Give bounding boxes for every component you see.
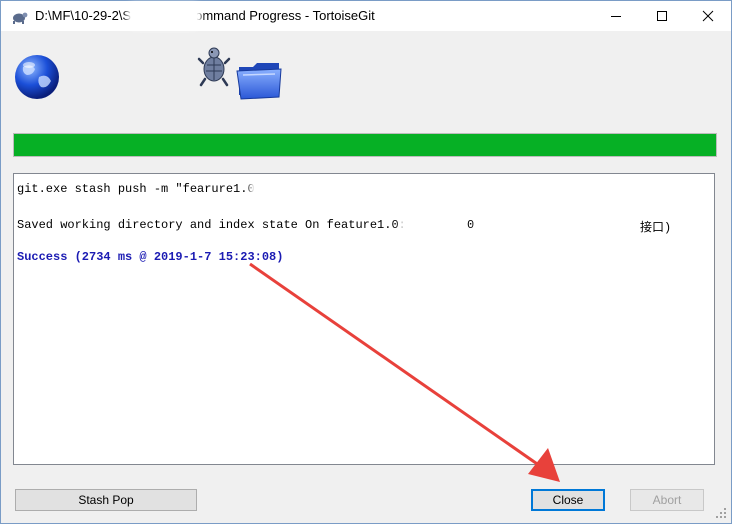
maximize-icon xyxy=(657,11,667,21)
output-log[interactable]: git.exe stash push -m "fearure1.0 Saved … xyxy=(13,173,715,465)
redaction-blur xyxy=(131,7,197,25)
window-title: D:\MF\10-29-2\S ommand Progress - Tortois… xyxy=(35,8,375,23)
tortoisegit-app-icon xyxy=(13,12,28,24)
resize-grip-icon[interactable] xyxy=(715,507,727,519)
log-line-success: Success (2734 ms @ 2019-1-7 15:23:08) xyxy=(17,250,284,264)
redaction-blur xyxy=(254,180,454,196)
progress-bar-fill xyxy=(14,134,716,156)
log-line-command: git.exe stash push -m "fearure1.0 xyxy=(17,182,255,196)
globe-icon xyxy=(15,55,59,99)
minimize-icon xyxy=(611,16,621,17)
folder-icon xyxy=(236,63,282,100)
log-line-saved-fragment-a: 0 xyxy=(467,218,475,232)
close-window-button[interactable] xyxy=(685,1,731,31)
dialog-window: D:\MF\10-29-2\S ommand Progress - Tortois… xyxy=(0,0,732,524)
abort-button[interactable]: Abort xyxy=(630,489,704,511)
title-suffix: ommand Progress - TortoiseGit xyxy=(195,8,375,23)
progress-bar xyxy=(13,133,717,157)
redaction-blur xyxy=(404,215,464,233)
dialog-body: git.exe stash push -m "fearure1.0 Saved … xyxy=(1,31,731,523)
maximize-button[interactable] xyxy=(639,1,685,31)
title-prefix: D:\MF\10-29-2\S xyxy=(35,8,132,23)
minimize-button[interactable] xyxy=(593,1,639,31)
log-line-saved: Saved working directory and index state … xyxy=(17,218,406,232)
stash-pop-button[interactable]: Stash Pop xyxy=(15,489,197,511)
tortoise-icon xyxy=(197,47,231,87)
redaction-blur xyxy=(480,215,640,233)
close-button[interactable]: Close xyxy=(531,489,605,511)
close-icon xyxy=(702,10,714,22)
title-bar[interactable]: D:\MF\10-29-2\S ommand Progress - Tortois… xyxy=(1,1,731,31)
log-line-saved-fragment-b: 接口) xyxy=(640,221,672,235)
